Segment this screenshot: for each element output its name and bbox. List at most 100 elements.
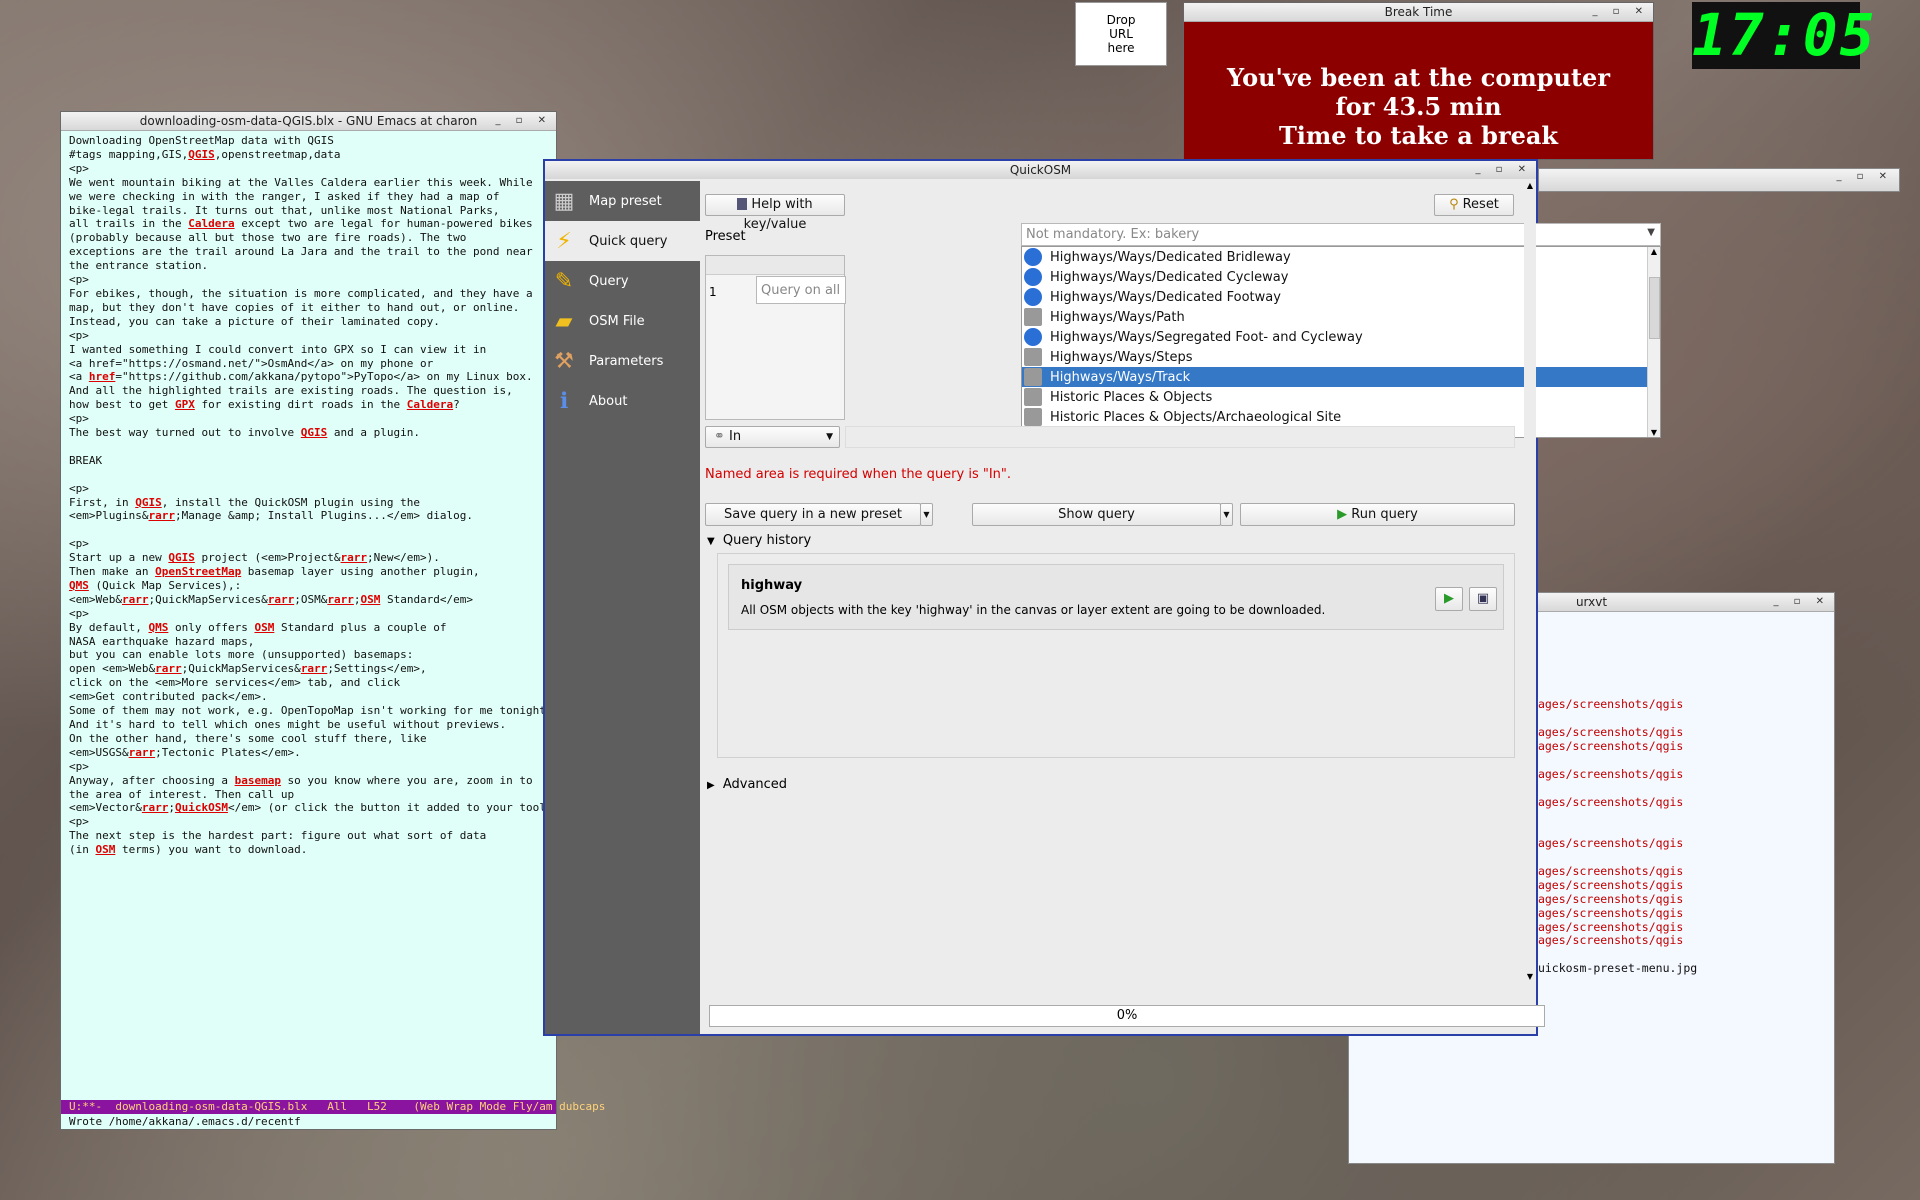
scroll-up-arrow[interactable]: ▲ xyxy=(1648,247,1660,256)
key-value-table: 1 Query on all xyxy=(705,255,846,420)
scroll-thumb[interactable] xyxy=(1649,277,1660,339)
emacs-line: <em>Get contributed pack</em>. xyxy=(69,690,549,704)
scroll-down-arrow[interactable]: ▼ xyxy=(1524,972,1536,981)
quickosm-titlebar[interactable]: QuickOSM _ ▫ ✕ xyxy=(545,161,1536,179)
history-run-button[interactable]: ▶ xyxy=(1435,587,1463,611)
preset-dropdown-list[interactable]: Highways/Ways/Dedicated Bridleway Highway… xyxy=(1021,246,1661,438)
emacs-line: <a href="https://github.com/akkana/pytop… xyxy=(69,370,549,384)
emacs-text-segment: <a href="https://osmand.net/">OsmAnd</a>… xyxy=(69,356,434,370)
emacs-text-segment: all trails in the xyxy=(69,217,189,231)
spellcheck-highlight: rarr xyxy=(148,509,175,523)
preset-option-label: Highways/Ways/Track xyxy=(1050,369,1191,385)
history-save-button[interactable]: ▣ xyxy=(1469,587,1497,611)
emacs-line: Anyway, after choosing a basemap so you … xyxy=(69,774,549,788)
query-on-all-input[interactable]: Query on all xyxy=(756,276,846,304)
emacs-buffer-text[interactable]: Downloading OpenStreetMap data with QGIS… xyxy=(69,134,579,857)
scroll-up-arrow[interactable]: ▲ xyxy=(1524,181,1536,190)
preset-option[interactable]: Highways/Ways/Segregated Foot- and Cycle… xyxy=(1022,327,1660,347)
emacs-line: how best to get GPX for existing dirt ro… xyxy=(69,398,549,412)
break-line-1: You've been at the computer xyxy=(1227,63,1610,92)
show-query-button[interactable]: Show query xyxy=(972,503,1221,526)
reset-button[interactable]: ⚲ Reset xyxy=(1434,194,1514,216)
save-preset-label: Save query in a new preset xyxy=(724,507,902,522)
sidebar-item-quick-query[interactable]: ⚡ Quick query xyxy=(545,221,700,261)
chevron-right-icon: ▶ xyxy=(707,780,715,791)
sidebar-item-osm-file[interactable]: ▰ OSM File xyxy=(545,301,700,341)
preset-option[interactable]: Highways/Ways/Path xyxy=(1022,307,1660,327)
run-query-button[interactable]: ▶ Run query xyxy=(1240,503,1515,526)
sidebar-item-about[interactable]: ℹ About xyxy=(545,381,700,421)
advanced-toggle[interactable]: ▶ Advanced xyxy=(707,777,787,792)
named-area-input[interactable] xyxy=(845,426,1515,448)
preset-option[interactable]: Highways/Ways/Track xyxy=(1022,367,1660,387)
preset-option-label: Historic Places & Objects/Archaeological… xyxy=(1050,409,1342,425)
emacs-text-segment: <p> xyxy=(69,273,89,287)
preset-option[interactable]: Highways/Ways/Dedicated Bridleway xyxy=(1022,247,1660,267)
emacs-text-segment: <p> xyxy=(69,481,89,495)
emacs-line: <p> xyxy=(69,607,549,621)
window-buttons[interactable]: _ ▫ ✕ xyxy=(1592,3,1649,21)
preset-option[interactable]: Highways/Ways/Steps xyxy=(1022,347,1660,367)
sidebar-item-parameters[interactable]: ⚒ Parameters xyxy=(545,341,700,381)
window-buttons[interactable]: _ ▫ ✕ xyxy=(495,112,552,130)
in-select-label: In xyxy=(729,429,742,444)
preset-option-label: Highways/Ways/Segregated Foot- and Cycle… xyxy=(1050,329,1363,345)
spellcheck-highlight: Caldera xyxy=(406,398,454,412)
emacs-text-segment: terms) you want to download. xyxy=(115,843,308,857)
emacs-line: Instead, you can take a picture of their… xyxy=(69,315,549,329)
window-buttons[interactable]: _ ▫ ✕ xyxy=(1773,593,1830,611)
drop-url-target[interactable]: Drop URL here xyxy=(1075,2,1167,66)
quickosm-title: QuickOSM xyxy=(1009,163,1072,177)
preset-option[interactable]: Historic Places & Objects/Archaeological… xyxy=(1022,407,1660,427)
emacs-line: <em>USGS&rarr;Tectonic Plates</em>. xyxy=(69,746,549,760)
emacs-line: all trails in the Caldera except two are… xyxy=(69,217,549,231)
emacs-window: downloading-osm-data-QGIS.blx - GNU Emac… xyxy=(60,111,605,1130)
show-query-menu-arrow[interactable]: ▼ xyxy=(1220,503,1233,526)
save-query-preset-button[interactable]: Save query in a new preset xyxy=(705,503,921,526)
panel-scrollbar[interactable]: ▲ ▼ xyxy=(1524,181,1536,981)
emacs-text-segment: <a xyxy=(69,370,89,384)
save-preset-menu-arrow[interactable]: ▼ xyxy=(920,503,933,526)
sidebar-item-map-preset[interactable]: ▦ Map preset xyxy=(545,181,700,221)
spellcheck-highlight: OSM xyxy=(360,592,381,606)
window-buttons[interactable]: _ ▫ ✕ xyxy=(1836,171,1893,182)
in-select[interactable]: ⚭ In ▼ xyxy=(705,426,840,448)
emacs-text-segment: ;Tectonic Plates</em>. xyxy=(155,745,301,759)
break-time-window: Break Time _ ▫ ✕ You've been at the comp… xyxy=(1183,2,1654,160)
emacs-line: #tags mapping,GIS,QGIS,openstreetmap,dat… xyxy=(69,148,549,162)
emacs-line xyxy=(69,468,549,482)
sidebar-item-query[interactable]: ✎ Query xyxy=(545,261,700,301)
emacs-text-segment: ;QuickMapServices& xyxy=(148,592,268,606)
preset-option-icon xyxy=(1024,348,1042,366)
history-item[interactable]: highway All OSM objects with the key 'hi… xyxy=(728,564,1504,630)
map-preset-icon: ▦ xyxy=(553,188,575,214)
preset-option[interactable]: Historic Places & Objects xyxy=(1022,387,1660,407)
emacs-text-segment: (in xyxy=(69,843,96,857)
sidebar-item-label: OSM File xyxy=(589,313,645,329)
preset-option[interactable]: Highways/Ways/Dedicated Cycleway xyxy=(1022,267,1660,287)
window-buttons[interactable]: _ ▫ ✕ xyxy=(1475,161,1532,179)
break-time-title: Break Time xyxy=(1384,5,1453,19)
emacs-line: <em>Web&rarr;QuickMapServices&rarr;OSM&r… xyxy=(69,593,549,607)
emacs-line: <em>Plugins&rarr;Manage &amp; Install Pl… xyxy=(69,509,549,523)
preset-combobox[interactable]: Not mandatory. Ex: bakery ▼ xyxy=(1021,223,1661,246)
help-key-value-button[interactable]: Help with key/value xyxy=(705,194,845,232)
query-history-toggle[interactable]: ▼ Query history xyxy=(707,533,811,548)
scroll-down-arrow[interactable]: ▼ xyxy=(1648,428,1660,437)
emacs-line: By default, QMS only offers OSM Standard… xyxy=(69,621,549,635)
emacs-text-segment: </em> (or click the button it added to y… xyxy=(227,801,579,815)
break-time-titlebar[interactable]: Break Time _ ▫ ✕ xyxy=(1184,3,1653,22)
emacs-text-segment: <p> xyxy=(69,815,89,829)
dropdown-scrollbar[interactable]: ▲ ▼ xyxy=(1647,247,1660,437)
emacs-text-segment: <em>Get contributed pack</em>. xyxy=(69,690,268,704)
emacs-titlebar[interactable]: downloading-osm-data-QGIS.blx - GNU Emac… xyxy=(61,112,556,131)
preset-option-icon xyxy=(1024,368,1042,386)
emacs-text-segment: On the other hand, there's some cool stu… xyxy=(69,731,427,745)
background-window-titlebar[interactable]: _ ▫ ✕ xyxy=(1538,168,1900,192)
emacs-text-segment: Instead, you can take a picture of their… xyxy=(69,314,440,328)
chevron-down-icon[interactable]: ▼ xyxy=(1647,227,1655,238)
spellcheck-highlight: QMS xyxy=(69,578,89,592)
emacs-text-segment: exceptions are the trail around La Jara … xyxy=(69,245,533,259)
preset-option[interactable]: Highways/Ways/Dedicated Footway xyxy=(1022,287,1660,307)
preset-option-label: Highways/Ways/Steps xyxy=(1050,349,1193,365)
